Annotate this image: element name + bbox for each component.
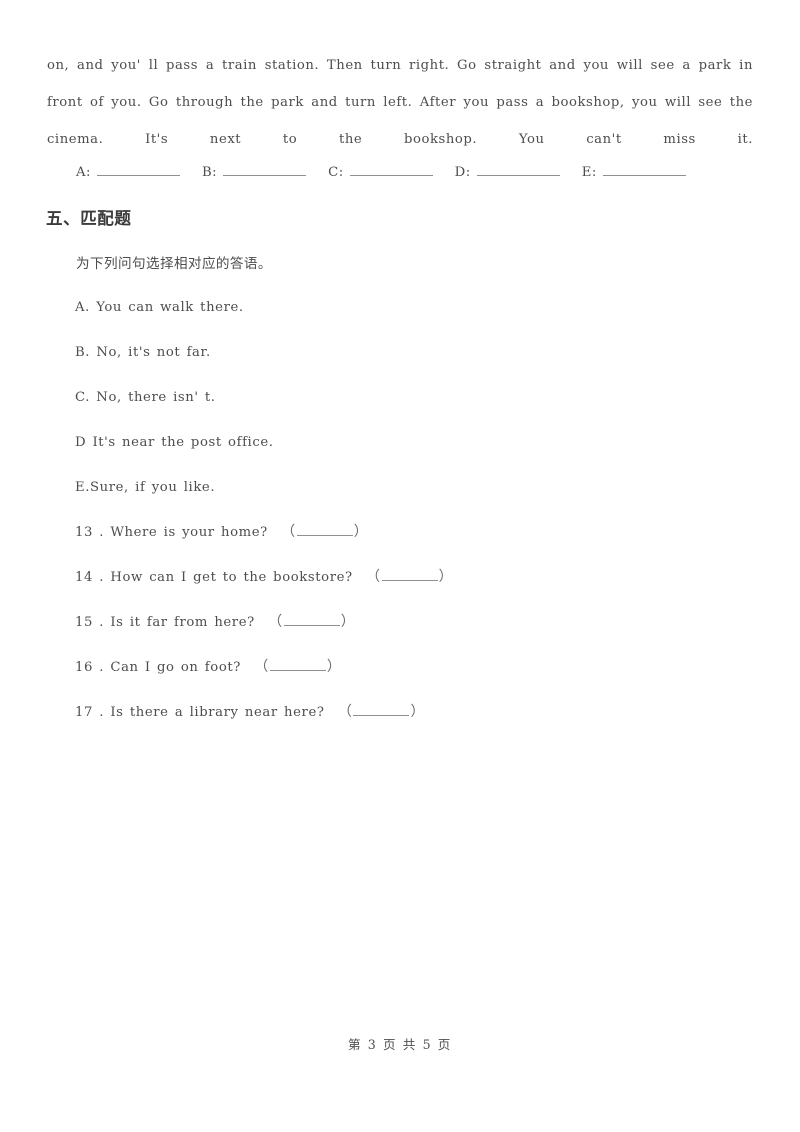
question-blank-17[interactable] <box>353 704 410 716</box>
list-item: D It's near the post office. <box>75 435 274 450</box>
question-blank-13[interactable] <box>296 524 353 536</box>
answer-slot-e: E: <box>582 162 686 180</box>
answer-slot-b: B: <box>201 162 307 180</box>
answer-blank-b[interactable] <box>223 162 307 176</box>
answer-label-e: E: <box>581 165 597 180</box>
answer-slot-d: D: <box>455 162 560 180</box>
paren-open: （ <box>254 659 269 675</box>
list-item: E.Sure, if you like. <box>75 480 216 495</box>
document-page: on, and you' ll pass a train station. Th… <box>0 0 800 1132</box>
question-row-14: 14 . How can I get to the bookstore? （） <box>75 569 453 614</box>
option-list: A. You can walk there. B. No, it's not f… <box>75 301 274 526</box>
answer-label-b: B: <box>201 165 218 180</box>
question-number-13: 13 . <box>75 525 105 540</box>
list-item: C. No, there isn' t. <box>75 390 216 405</box>
question-number-14: 14 . <box>75 570 105 585</box>
question-text-15: Is it far from here? <box>110 615 255 630</box>
question-row-17: 17 . Is there a library near here? （） <box>75 704 453 749</box>
question-number-15: 15 . <box>75 615 105 630</box>
paren-open: （ <box>337 704 353 720</box>
answer-blank-e[interactable] <box>602 162 686 176</box>
question-row-15: 15 . Is it far from here? （） <box>75 614 453 659</box>
section-instruction: 为下列问句选择相对应的答语。 <box>76 256 272 272</box>
answer-blank-a[interactable] <box>96 162 180 176</box>
question-blank-16[interactable] <box>269 659 326 671</box>
list-item: B. No, it's not far. <box>75 345 211 360</box>
question-text-16: Can I go on foot? <box>110 660 241 675</box>
paren-close: ） <box>353 524 369 540</box>
question-answer-box-15[interactable]: （） <box>268 614 355 630</box>
question-text-17: Is there a library near here? <box>110 705 325 720</box>
paren-open: （ <box>281 524 296 540</box>
question-answer-box-14[interactable]: （） <box>366 569 453 585</box>
answer-slot-a: A: <box>76 162 180 180</box>
question-list: 13 . Where is your home? （） 14 . How can… <box>75 524 453 749</box>
answer-blank-c[interactable] <box>349 162 433 176</box>
question-blank-14[interactable] <box>381 569 438 581</box>
question-answer-box-17[interactable]: （） <box>338 704 425 720</box>
question-number-16: 16 . <box>75 660 105 675</box>
paren-close: ） <box>410 704 426 720</box>
question-text-13: Where is your home? <box>110 525 268 540</box>
answer-slot-c: C: <box>328 162 433 180</box>
question-answer-box-13[interactable]: （） <box>281 524 368 540</box>
question-text-14: How can I get to the bookstore? <box>110 570 353 585</box>
question-number-17: 17 . <box>75 705 105 720</box>
paren-open: （ <box>268 614 283 630</box>
answer-label-a: A: <box>76 165 91 180</box>
list-item: A. You can walk there. <box>75 300 244 315</box>
question-blank-15[interactable] <box>283 614 340 626</box>
question-row-16: 16 . Can I go on foot? （） <box>75 659 453 704</box>
paren-close: ） <box>340 614 356 630</box>
paren-close: ） <box>438 569 454 585</box>
answer-blank-row: A: B: C: D: E: <box>76 162 686 180</box>
answer-label-d: D: <box>454 165 471 180</box>
paren-close: ） <box>326 659 342 675</box>
section-heading-matching: 五、匹配题 <box>46 209 132 228</box>
question-answer-box-16[interactable]: （） <box>254 659 341 675</box>
paren-open: （ <box>365 569 381 585</box>
answer-blank-d[interactable] <box>476 162 560 176</box>
question-row-13: 13 . Where is your home? （） <box>75 524 453 569</box>
page-footer: 第 3 页 共 5 页 <box>347 1037 453 1052</box>
answer-label-c: C: <box>328 165 344 180</box>
